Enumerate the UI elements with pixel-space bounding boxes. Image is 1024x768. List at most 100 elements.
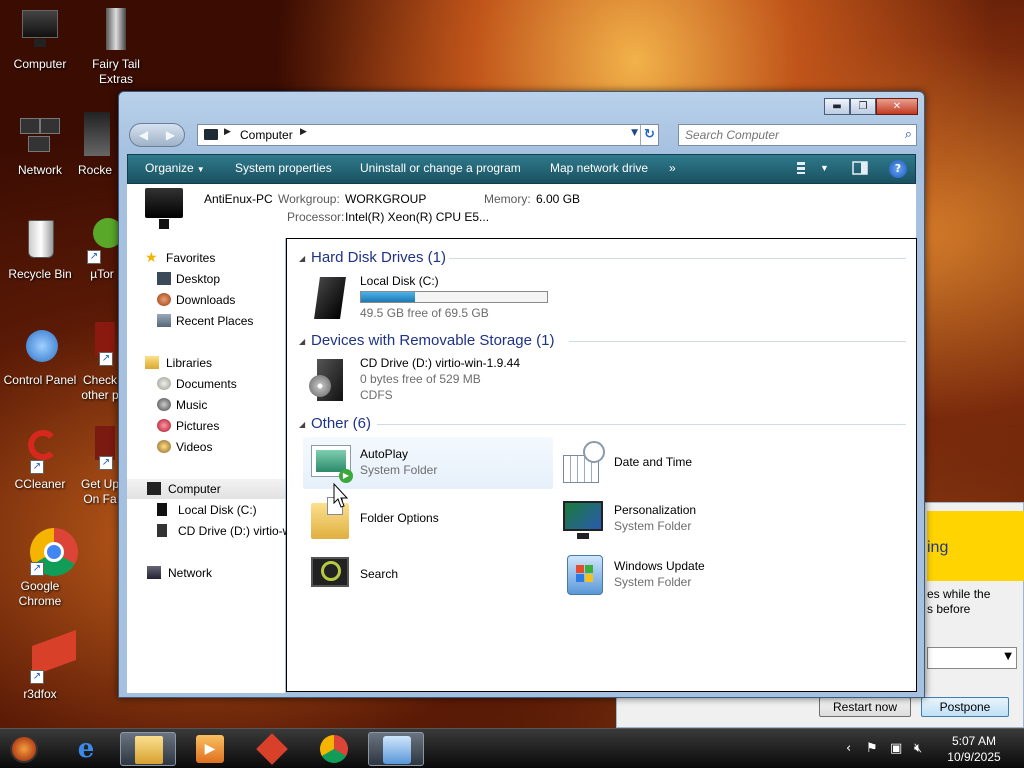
taskbar-internet-explorer[interactable]: e [58, 732, 114, 766]
nav-downloads[interactable]: Downloads [127, 290, 285, 310]
item-personalization[interactable]: Personalization System Folder [557, 493, 807, 545]
drive-usage-bar [360, 291, 548, 303]
item-type: System Folder [360, 463, 438, 477]
desktop-icon-r3dfox[interactable]: ↗ r3dfox [0, 629, 80, 702]
nav-computer[interactable]: Computer [127, 479, 285, 499]
item-windows-update[interactable]: Windows Update System Folder [557, 549, 807, 601]
more-commands-button[interactable]: » [669, 161, 676, 175]
drive-free-space: 49.5 GB free of 69.5 GB [360, 306, 489, 320]
desktop-icon-recycle-bin[interactable]: Recycle Bin [0, 216, 80, 282]
nav-recent-places[interactable]: Recent Places [127, 311, 285, 331]
nav-label: Downloads [176, 293, 236, 307]
drive-usage-fill [361, 292, 415, 302]
desktop-icon-ccleaner[interactable]: ↗ CCleaner [0, 426, 80, 492]
desktop-icon-fairy-tail[interactable]: Fairy Tail Extras [76, 6, 156, 87]
collapse-triangle-icon[interactable]: ◢ [299, 254, 305, 263]
desktop-icon-network[interactable]: Network [0, 112, 80, 178]
collapse-triangle-icon[interactable]: ◢ [299, 337, 305, 346]
item-name: AutoPlay [360, 447, 409, 461]
minimize-button[interactable]: ▬ [824, 98, 850, 115]
desktop-icon-get-up[interactable]: ↗ Get Up On Fa [78, 426, 122, 507]
network-tray-icon[interactable]: ▣ [890, 741, 902, 756]
nav-documents[interactable]: Documents [127, 374, 285, 394]
desktop-icon-rocket[interactable]: Rocke [70, 112, 120, 178]
view-options-chevron-icon[interactable]: ▼ [820, 163, 829, 173]
group-other[interactable]: ◢ Other (6) [297, 413, 906, 435]
desktop-icon-computer[interactable]: Computer [0, 6, 80, 72]
system-properties-button[interactable]: System properties [235, 161, 332, 175]
nav-music[interactable]: Music [127, 395, 285, 415]
start-button[interactable] [0, 732, 52, 766]
close-button[interactable]: ✕ [876, 98, 918, 115]
nav-desktop[interactable]: Desktop [127, 269, 285, 289]
postpone-interval-select[interactable]: ▼ [927, 647, 1017, 669]
explorer-window: ▬ ❐ ✕ ◀ ▶ ▶ Computer ▶ ▼ ↻ ⌕ Organize▼ S… [118, 91, 925, 698]
taskbar-windows-update[interactable] [368, 732, 424, 766]
map-network-drive-button[interactable]: Map network drive [550, 161, 648, 175]
group-hard-disk-drives[interactable]: ◢ Hard Disk Drives (1) [297, 247, 906, 269]
restart-now-button[interactable]: Restart now [819, 697, 911, 717]
action-center-flag-icon[interactable]: ⚑ [866, 741, 878, 756]
back-button[interactable]: ◀ [130, 124, 157, 146]
organize-menu[interactable]: Organize ▼ [145, 161, 205, 175]
nav-local-disk[interactable]: Local Disk (C:) [127, 500, 285, 520]
breadcrumb-arrow-icon[interactable]: ▶ [300, 127, 307, 137]
nav-libraries[interactable]: Libraries [127, 353, 285, 373]
nav-favorites[interactable]: ★ Favorites [127, 248, 285, 268]
search-icon[interactable]: ⌕ [905, 127, 912, 142]
help-icon[interactable]: ? [889, 160, 907, 178]
search-box[interactable]: ⌕ [678, 124, 917, 146]
desktop-icon-chrome[interactable]: ↗ Google Chrome [0, 528, 80, 609]
nav-videos[interactable]: Videos [127, 437, 285, 457]
change-view-icon[interactable] [796, 161, 808, 175]
forward-button[interactable]: ▶ [157, 124, 184, 146]
volume-muted-icon[interactable]: 🔇︎ [914, 741, 922, 756]
desktop-icon-utorrent[interactable]: ↗ µTor [82, 216, 123, 282]
ccleaner-icon: ↗ [16, 426, 64, 474]
details-pane: AntiEnux-PC Workgroup: WORKGROUP Memory:… [127, 184, 916, 238]
workgroup-label: Workgroup: [278, 192, 340, 206]
show-hidden-icons-button[interactable]: ‹ [846, 741, 851, 756]
address-dropdown-icon[interactable]: ▼ [631, 128, 638, 138]
address-bar[interactable]: ▶ Computer ▶ ▼ ↻ [197, 124, 659, 146]
postpone-button[interactable]: Postpone [921, 697, 1009, 717]
group-heading: Hard Disk Drives (1) [311, 249, 447, 266]
documents-icon [157, 377, 171, 390]
drive-name: CD Drive (D:) virtio-win-1.9.44 [360, 356, 521, 370]
collapse-triangle-icon[interactable]: ◢ [299, 420, 305, 429]
taskbar-explorer[interactable] [120, 732, 176, 766]
nav-label: Recent Places [176, 314, 254, 328]
taskbar-r3dfox[interactable] [244, 732, 300, 766]
drive-c[interactable]: Local Disk (C:) 49.5 GB free of 69.5 GB [303, 271, 563, 323]
dialog-message: es while the s before [927, 587, 991, 616]
taskbar: e ▶ ‹ ⚑ ▣ 🔇︎ 5:07 AM 10/9/2025 [0, 728, 1024, 768]
nav-network[interactable]: Network [127, 563, 285, 583]
item-search[interactable]: Search [303, 549, 553, 601]
breadcrumb-computer[interactable]: Computer [240, 128, 293, 142]
pictures-icon [157, 419, 171, 432]
desktop-icon-label: µTor [90, 267, 114, 281]
drive-d[interactable]: CD Drive (D:) virtio-win-1.9.44 0 bytes … [303, 353, 563, 405]
nav-pictures[interactable]: Pictures [127, 416, 285, 436]
item-autoplay[interactable]: ▶ AutoPlay System Folder [303, 437, 553, 489]
item-date-time[interactable]: Date and Time [557, 437, 807, 489]
group-removable-storage[interactable]: ◢ Devices with Removable Storage (1) [297, 330, 906, 352]
nav-label: Local Disk (C:) [178, 503, 257, 517]
search-input[interactable] [685, 126, 885, 144]
nav-cd-drive[interactable]: CD Drive (D:) virtio-w [127, 521, 291, 541]
maximize-button[interactable]: ❐ [850, 98, 876, 115]
taskbar-clock[interactable]: 5:07 AM 10/9/2025 [934, 733, 1014, 765]
preview-pane-icon[interactable] [852, 161, 868, 175]
processor-label: Processor: [287, 210, 345, 224]
item-name: Windows Update [614, 559, 705, 573]
start-orb-icon [10, 735, 38, 763]
taskbar-media-player[interactable]: ▶ [182, 732, 238, 766]
item-type: System Folder [614, 519, 692, 533]
desktop-icon-check[interactable]: ↗ Check other p [78, 322, 122, 403]
uninstall-program-button[interactable]: Uninstall or change a program [360, 161, 521, 175]
media-player-icon: ▶ [196, 735, 224, 763]
refresh-button[interactable]: ↻ [640, 125, 658, 145]
taskbar-chrome[interactable] [306, 732, 362, 766]
autoplay-icon: ▶ [307, 439, 353, 485]
desktop-icon-control-panel[interactable]: Control Panel [0, 322, 80, 388]
